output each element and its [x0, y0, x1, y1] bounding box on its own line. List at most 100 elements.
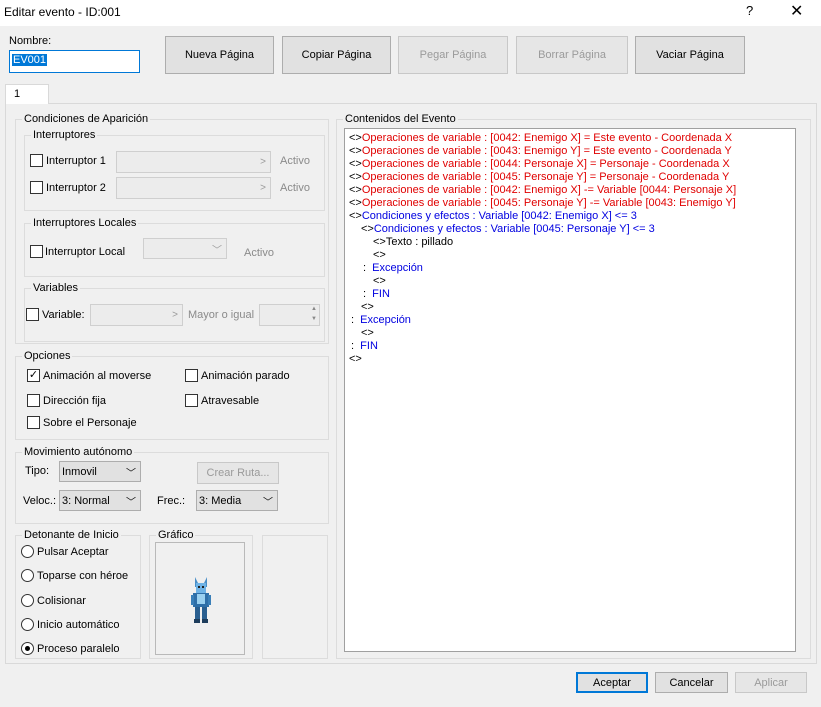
command-line[interactable]: <>Operaciones de variable : [0045: Perso…: [349, 171, 729, 184]
trigger-radio-0[interactable]: [21, 545, 34, 558]
command-line[interactable]: : Excepción: [351, 314, 411, 327]
variables-title: Variables: [31, 282, 81, 294]
tab-page-1[interactable]: 1: [5, 84, 49, 104]
move-type-select[interactable]: Inmovil ﹀: [59, 461, 141, 482]
trigger-radio-2[interactable]: [21, 594, 34, 607]
command-line[interactable]: <>Operaciones de variable : [0044: Perso…: [349, 158, 730, 171]
anim-stop-label: Animación parado: [201, 370, 290, 382]
command-line[interactable]: <>Condiciones y efectos : Variable [0042…: [349, 210, 637, 223]
fixed-dir-label: Dirección fija: [43, 395, 106, 407]
create-route-button[interactable]: Crear Ruta...: [197, 462, 279, 484]
variable-select[interactable]: >: [90, 304, 183, 326]
switch1-checkbox[interactable]: [30, 154, 43, 167]
command-line[interactable]: <>Operaciones de variable : [0042: Enemi…: [349, 132, 732, 145]
trigger-label-0: Pulsar Aceptar: [37, 546, 109, 558]
help-button[interactable]: ?: [746, 3, 753, 18]
name-label: Nombre:: [9, 35, 52, 47]
switches-group: Interruptores: [24, 129, 325, 211]
character-sprite-icon: [191, 577, 211, 623]
command-line[interactable]: : FIN: [363, 288, 390, 301]
title-bar: Editar evento - ID:001 ? ✕: [0, 0, 821, 26]
extra-panel: [262, 535, 328, 659]
variable-label: Variable:: [42, 309, 85, 321]
through-label: Atravesable: [201, 395, 260, 407]
through-checkbox[interactable]: [185, 394, 198, 407]
chevron-down-icon: ﹀: [126, 497, 136, 508]
trigger-label-1: Toparse con héroe: [37, 570, 129, 582]
trigger-radio-1[interactable]: [21, 569, 34, 582]
switch2-checkbox[interactable]: [30, 181, 43, 194]
contents-title: Contenidos del Evento: [343, 113, 458, 125]
event-commands-list[interactable]: <>Operaciones de variable : [0042: Enemi…: [344, 128, 796, 652]
anim-move-label: Animación al moverse: [43, 370, 152, 382]
switches-title: Interruptores: [31, 129, 98, 141]
command-line[interactable]: <>Operaciones de variable : [0045: Perso…: [349, 197, 736, 210]
trigger-label-2: Colisionar: [37, 595, 86, 607]
command-line[interactable]: : FIN: [351, 340, 378, 353]
switch1-label: Interruptor 1: [46, 155, 106, 167]
variable-compare-label: Mayor o igual: [188, 309, 255, 321]
command-line[interactable]: <>: [349, 353, 362, 366]
chevron-down-icon: ﹀: [212, 245, 222, 256]
command-line[interactable]: <>: [361, 327, 374, 340]
anim-stop-checkbox[interactable]: [185, 369, 198, 382]
options-title: Opciones: [22, 350, 73, 362]
chevron-right-icon: >: [260, 156, 266, 168]
conditions-title: Condiciones de Aparición: [22, 113, 151, 125]
trigger-radio-4[interactable]: [21, 642, 34, 655]
switch2-select[interactable]: >: [116, 177, 271, 199]
move-type-label: Tipo:: [25, 465, 50, 477]
command-line[interactable]: <>Operaciones de variable : [0043: Enemi…: [349, 145, 732, 158]
switch1-active-label: Activo: [280, 155, 310, 167]
freq-select[interactable]: 3: Media ﹀: [196, 490, 278, 511]
trigger-label-3: Inicio automático: [37, 619, 120, 631]
chevron-right-icon: >: [172, 309, 178, 321]
paste-page-button[interactable]: Pegar Página: [398, 36, 508, 74]
local-switch-label: Interruptor Local: [45, 246, 126, 258]
apply-button[interactable]: Aplicar: [735, 672, 807, 693]
local-switch-active-label: Activo: [244, 247, 274, 259]
local-switches-title: Interruptores Locales: [31, 217, 139, 229]
movement-title: Movimiento autónomo: [22, 446, 135, 458]
switch1-select[interactable]: >: [116, 151, 271, 173]
cancel-button[interactable]: Cancelar: [655, 672, 728, 693]
freq-label: Frec.:: [157, 495, 186, 507]
name-input[interactable]: EV001: [9, 50, 140, 73]
local-switch-select[interactable]: ﹀: [143, 238, 227, 259]
trigger-label-4: Proceso paralelo: [37, 643, 120, 655]
copy-page-button[interactable]: Copiar Página: [282, 36, 391, 74]
command-line[interactable]: <>: [373, 275, 386, 288]
command-line[interactable]: <>Operaciones de variable : [0042: Enemi…: [349, 184, 736, 197]
delete-page-button[interactable]: Borrar Página: [516, 36, 628, 74]
close-button[interactable]: ✕: [790, 1, 803, 21]
chevron-down-icon: ﹀: [263, 497, 273, 508]
fixed-dir-checkbox[interactable]: [27, 394, 40, 407]
variable-checkbox[interactable]: [26, 308, 39, 321]
trigger-radio-3[interactable]: [21, 618, 34, 631]
above-char-checkbox[interactable]: [27, 416, 40, 429]
graphic-title: Gráfico: [156, 529, 196, 541]
trigger-title: Detonante de Inicio: [22, 529, 121, 541]
variable-value-spinner[interactable]: ▲ ▼: [259, 304, 320, 326]
new-page-button[interactable]: Nueva Página: [165, 36, 274, 74]
window-title: Editar evento - ID:001: [4, 5, 121, 19]
accept-button[interactable]: Aceptar: [576, 672, 648, 693]
speed-label: Veloc.:: [23, 495, 57, 507]
above-char-label: Sobre el Personaje: [43, 417, 137, 429]
graphic-preview[interactable]: [155, 542, 245, 655]
command-line[interactable]: <>: [373, 249, 386, 262]
command-line[interactable]: <>: [361, 301, 374, 314]
chevron-down-icon: ﹀: [126, 468, 136, 479]
spin-up-icon[interactable]: ▲: [311, 306, 317, 312]
switch2-label: Interruptor 2: [46, 182, 106, 194]
speed-select[interactable]: 3: Normal ﹀: [59, 490, 141, 511]
clear-page-button[interactable]: Vaciar Página: [635, 36, 745, 74]
spin-down-icon[interactable]: ▼: [311, 316, 317, 322]
switch2-active-label: Activo: [280, 182, 310, 194]
anim-move-checkbox[interactable]: ✓: [27, 369, 40, 382]
local-switch-checkbox[interactable]: [30, 245, 43, 258]
command-line[interactable]: <>Condiciones y efectos : Variable [0045…: [361, 223, 655, 236]
chevron-right-icon: >: [260, 182, 266, 194]
command-line[interactable]: <>Texto : pillado: [373, 236, 453, 249]
command-line[interactable]: : Excepción: [363, 262, 423, 275]
